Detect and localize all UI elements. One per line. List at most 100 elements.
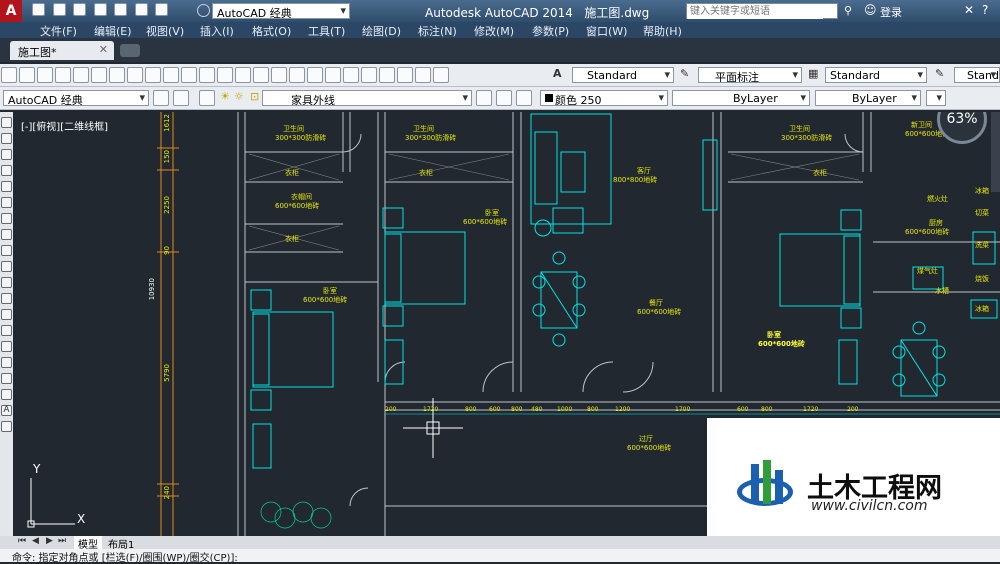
mleader-style-dropdown[interactable]: Standa: [954, 67, 1000, 83]
redo-icon[interactable]: [235, 67, 251, 83]
zoom-realtime-icon[interactable]: [271, 67, 287, 83]
gradient-icon[interactable]: [1, 357, 12, 368]
menu-edit[interactable]: 编辑(E): [94, 23, 132, 39]
color-dropdown[interactable]: 颜色 250: [540, 90, 668, 106]
save-as-icon[interactable]: [93, 3, 107, 16]
plot-style-dropdown[interactable]: [926, 90, 946, 106]
menu-help[interactable]: 帮助(H): [643, 23, 682, 39]
layer-on-icon[interactable]: ☀: [220, 90, 230, 103]
plot-icon[interactable]: [55, 67, 71, 83]
text-style-dropdown[interactable]: Standard: [572, 67, 674, 83]
layer-state-icon[interactable]: [516, 90, 532, 106]
spline-icon[interactable]: [1, 245, 12, 256]
new-file-icon[interactable]: [32, 3, 45, 16]
menu-file[interactable]: 文件(F): [40, 23, 77, 39]
match-prop-icon[interactable]: [181, 67, 197, 83]
make-current-icon[interactable]: [476, 90, 492, 106]
polyline-icon[interactable]: [1, 149, 12, 160]
open-file-icon[interactable]: [52, 3, 66, 16]
tab-close-icon[interactable]: ✕: [99, 43, 108, 56]
autocad-logo-icon[interactable]: A: [0, 0, 22, 22]
menu-view[interactable]: 视图(V): [146, 23, 184, 39]
undo-icon[interactable]: [134, 3, 148, 16]
login-button[interactable]: 登录: [880, 4, 902, 20]
menu-insert[interactable]: 插入(I): [200, 23, 234, 39]
region-icon[interactable]: [1, 373, 12, 384]
calculator-icon[interactable]: [415, 67, 431, 83]
dim-style-dropdown[interactable]: 平面标注: [698, 67, 802, 83]
ellipse-icon[interactable]: [1, 261, 12, 272]
menu-format[interactable]: 格式(O): [252, 23, 291, 39]
sheet-set-icon[interactable]: [379, 67, 395, 83]
copy-icon[interactable]: [145, 67, 161, 83]
workspace-switch-icon[interactable]: [197, 4, 210, 17]
nav-bar[interactable]: [991, 112, 1000, 192]
menu-parametric[interactable]: 参数(P): [532, 23, 569, 39]
publish-icon[interactable]: [91, 67, 107, 83]
rectangle-icon[interactable]: [1, 181, 12, 192]
menu-window[interactable]: 窗口(W): [586, 23, 627, 39]
last-tab-icon[interactable]: ⏭: [58, 536, 66, 546]
pan-icon[interactable]: [253, 67, 269, 83]
tool-palette-icon[interactable]: [361, 67, 377, 83]
hatch-icon[interactable]: [1, 341, 12, 352]
revcloud-icon[interactable]: [1, 229, 12, 240]
layer-previous-icon[interactable]: [496, 90, 512, 106]
table-style-dropdown[interactable]: Standard: [825, 67, 927, 83]
command-line[interactable]: 命令: 指定对角点或 [栏选(F)/圈围(WP)/圈交(CP)]:: [0, 549, 1000, 564]
zoom-previous-icon[interactable]: [307, 67, 323, 83]
next-tab-icon[interactable]: ▶: [46, 536, 53, 546]
arc-icon[interactable]: [1, 197, 12, 208]
polygon-icon[interactable]: [1, 165, 12, 176]
customize-icon[interactable]: [173, 90, 189, 106]
text-style-icon[interactable]: A: [553, 67, 562, 80]
ellipse-arc-icon[interactable]: [1, 277, 12, 288]
save-icon[interactable]: [37, 67, 53, 83]
make-block-icon[interactable]: [1, 309, 12, 320]
markup-icon[interactable]: [397, 67, 413, 83]
brush-icon[interactable]: [199, 67, 215, 83]
mtext-icon[interactable]: A: [1, 405, 12, 416]
first-tab-icon[interactable]: ⏮: [18, 536, 26, 546]
insert-block-icon[interactable]: [1, 293, 12, 304]
properties-icon[interactable]: [325, 67, 341, 83]
menu-draw[interactable]: 绘图(D): [362, 23, 401, 39]
line-icon[interactable]: [1, 117, 12, 128]
workspace-dropdown[interactable]: AutoCAD 经典: [212, 3, 350, 19]
layer-lock-icon[interactable]: ⊡: [250, 90, 259, 103]
construction-line-icon[interactable]: [1, 133, 12, 144]
3dprint-icon[interactable]: [109, 67, 125, 83]
tab-drawing[interactable]: 施工图* ✕: [10, 41, 114, 60]
layer-dropdown[interactable]: 家具外线: [262, 90, 472, 106]
menu-tools[interactable]: 工具(T): [308, 23, 345, 39]
table-icon[interactable]: [1, 389, 12, 400]
dim-style-icon[interactable]: ✎: [680, 67, 689, 80]
binoculars-icon[interactable]: ⚲: [844, 4, 858, 17]
help-icon[interactable]: [433, 67, 449, 83]
prev-tab-icon[interactable]: ◀: [32, 536, 39, 546]
menu-modify[interactable]: 修改(M): [474, 23, 514, 39]
paste-icon[interactable]: [163, 67, 179, 83]
point-icon[interactable]: [1, 325, 12, 336]
exchange-close-icon[interactable]: ✕: [964, 3, 974, 17]
redo-icon[interactable]: [155, 3, 168, 16]
qnew-icon[interactable]: [1, 67, 17, 83]
open-icon[interactable]: [19, 67, 35, 83]
workspace-dropdown-2[interactable]: AutoCAD 经典: [3, 90, 149, 106]
menu-dimension[interactable]: 标注(N): [418, 23, 457, 39]
lineweight-dropdown[interactable]: ByLayer: [815, 90, 921, 106]
add-selected-icon[interactable]: [1, 421, 12, 432]
cut-icon[interactable]: [127, 67, 143, 83]
search-input[interactable]: [687, 4, 823, 19]
layer-properties-icon[interactable]: [199, 90, 215, 106]
layer-freeze-icon[interactable]: ☼: [234, 90, 244, 103]
workspace-settings-icon[interactable]: [153, 90, 169, 106]
design-center-icon[interactable]: [343, 67, 359, 83]
zoom-window-icon[interactable]: [289, 67, 305, 83]
circle-icon[interactable]: [1, 213, 12, 224]
mleader-style-icon[interactable]: ✎: [935, 67, 944, 80]
new-tab-icon[interactable]: [120, 44, 140, 57]
save-icon[interactable]: [73, 3, 86, 16]
print-icon[interactable]: [114, 3, 127, 16]
help-icon[interactable]: ?: [982, 3, 988, 17]
